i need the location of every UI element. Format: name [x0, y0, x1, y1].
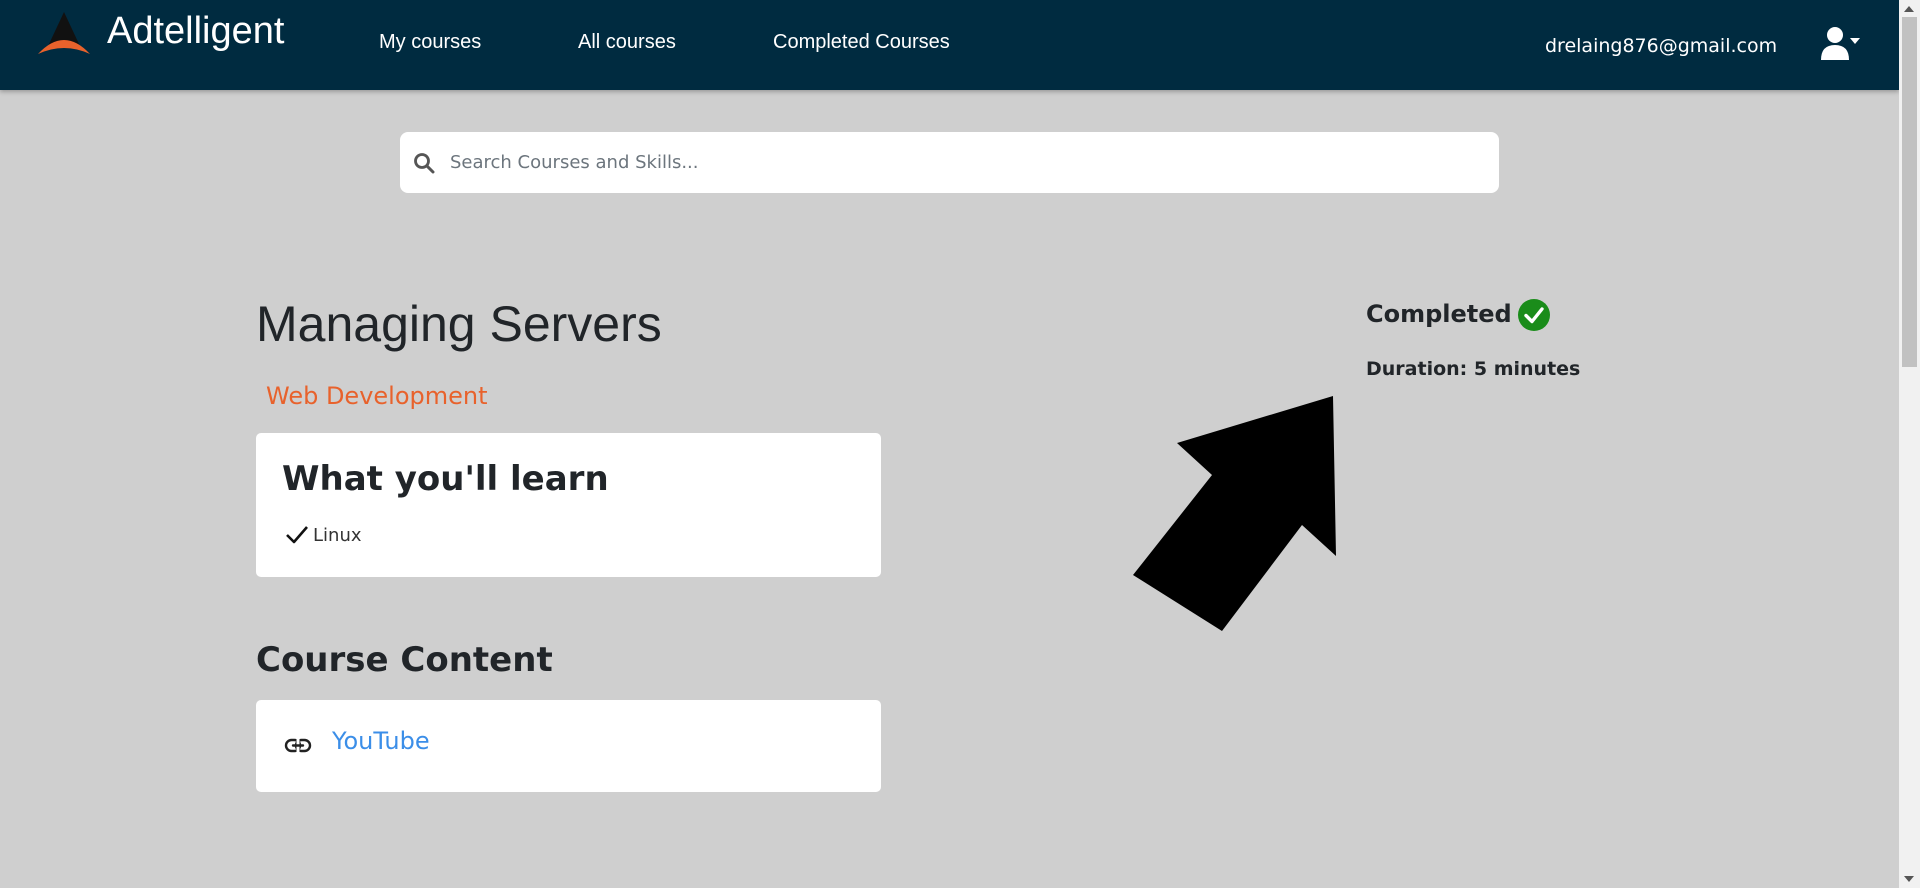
page-scrollbar[interactable]: [1899, 0, 1920, 888]
scroll-down-icon[interactable]: [1904, 876, 1914, 882]
user-dropdown-icon: [1821, 27, 1860, 60]
link-icon: [284, 738, 312, 753]
search-bar: [400, 132, 1499, 193]
learn-heading: What you'll learn: [282, 459, 609, 499]
nav-my-courses[interactable]: My courses: [379, 31, 481, 54]
youtube-link[interactable]: YouTube: [332, 727, 430, 755]
course-content-card: YouTube: [256, 700, 881, 792]
brand-logo-icon: [38, 12, 90, 54]
learn-item-label: Linux: [313, 524, 362, 546]
learn-item: Linux: [285, 524, 362, 546]
search-input[interactable]: [450, 142, 1480, 182]
course-category: Web Development: [266, 382, 488, 410]
scrollbar-thumb[interactable]: [1902, 17, 1917, 367]
nav-completed-courses[interactable]: Completed Courses: [773, 31, 950, 54]
checkmark-icon: [286, 526, 308, 544]
nav-all-courses[interactable]: All courses: [578, 31, 676, 54]
user-email: drelaing876@gmail.com: [1545, 35, 1778, 57]
top-navbar: Adtelligent My courses All courses Compl…: [0, 0, 1899, 90]
what-youll-learn-card: What you'll learn Linux: [256, 433, 881, 577]
pointer-arrow-icon: [1133, 396, 1336, 631]
course-content-heading: Course Content: [256, 640, 553, 680]
course-title: Managing Servers: [256, 296, 662, 352]
course-duration: Duration: 5 minutes: [1366, 358, 1581, 380]
completion-status: Completed: [1366, 300, 1512, 328]
check-circle-icon: [1518, 299, 1550, 331]
brand-link[interactable]: Adtelligent: [36, 10, 284, 58]
brand-name: Adtelligent: [107, 9, 285, 52]
search-icon: [414, 153, 435, 174]
user-menu-button[interactable]: [1820, 26, 1860, 62]
scroll-up-icon[interactable]: [1904, 6, 1914, 12]
